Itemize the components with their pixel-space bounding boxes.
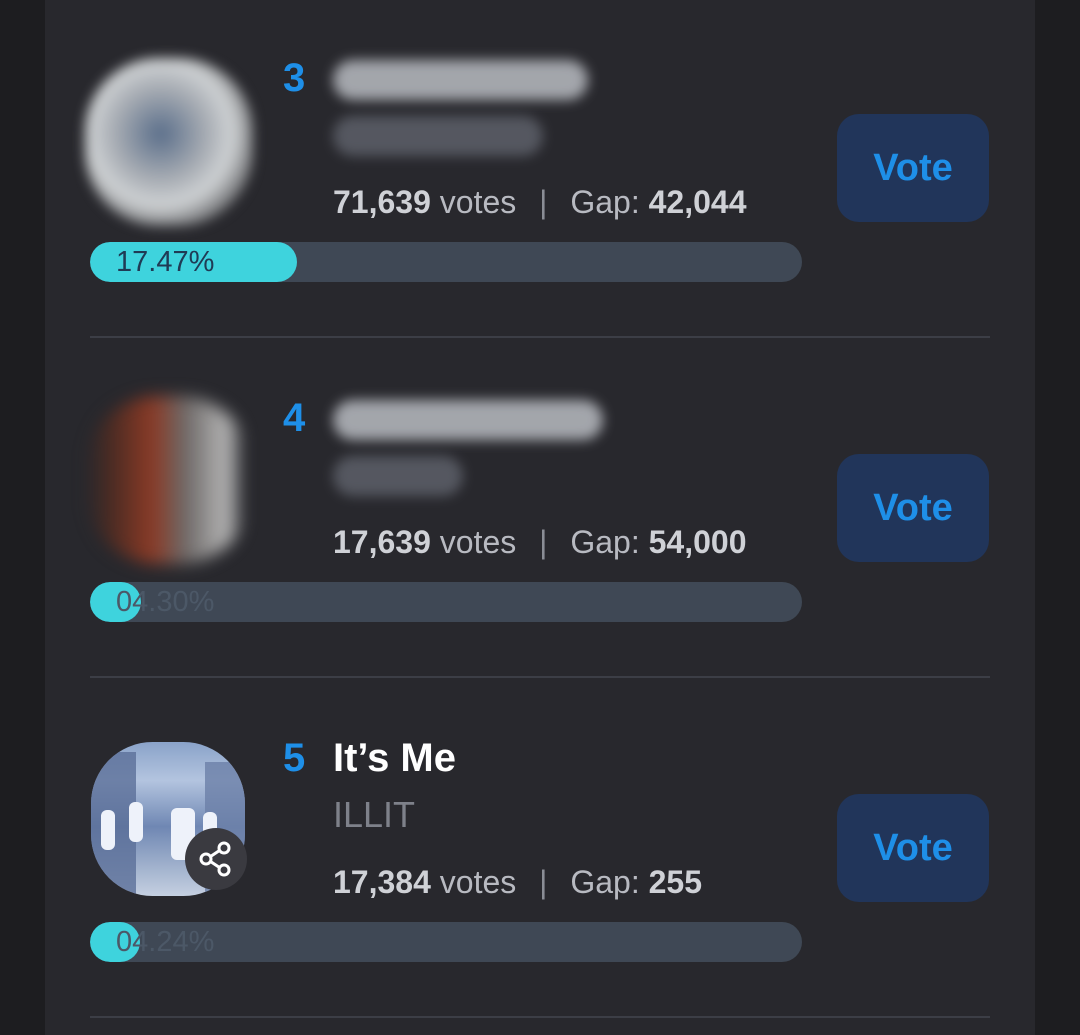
rank-number: 3 [283, 56, 306, 100]
artist-name: ILLIT [333, 794, 416, 835]
gap-value: 255 [648, 864, 702, 900]
gap-label: Gap: [570, 184, 640, 220]
progress-percent: 04.24% [116, 926, 215, 958]
gap-label: Gap: [570, 524, 640, 560]
song-title: It’s Me [333, 736, 456, 780]
album-thumbnail-blurred[interactable] [85, 58, 253, 226]
vote-stats: 17,639 votes | Gap: 54,000 [333, 524, 746, 561]
artist-name-redacted [333, 456, 463, 496]
gap-value: 54,000 [648, 524, 747, 560]
gap-label: Gap: [570, 864, 640, 900]
album-thumbnail-blurred[interactable] [85, 396, 253, 564]
ranking-panel: 3 71,639 votes | Gap: 42,044 Vote 17.47%… [45, 0, 1035, 1035]
entry-divider [90, 1016, 990, 1018]
votes-count: 17,384 [333, 864, 431, 900]
stats-separator: | [539, 184, 548, 220]
votes-label: votes [439, 864, 517, 900]
thumbnail-figure [129, 802, 143, 842]
entry-divider [90, 676, 990, 678]
votes-count: 17,639 [333, 524, 431, 560]
ranking-entry-4: 4 17,639 votes | Gap: 54,000 Vote 04.30% [45, 340, 1035, 680]
vote-stats: 71,639 votes | Gap: 42,044 [333, 184, 746, 221]
progress-percent: 17.47% [116, 246, 215, 278]
rank-number: 5 [283, 736, 306, 780]
vote-button[interactable]: Vote [837, 114, 989, 222]
thumbnail-figure [101, 810, 115, 850]
vote-progress-bar: 04.30% [90, 582, 802, 622]
votes-count: 71,639 [333, 184, 431, 220]
votes-label: votes [439, 524, 517, 560]
rank-number: 4 [283, 396, 306, 440]
vote-button[interactable]: Vote [837, 794, 989, 902]
vote-progress-bar: 04.24% [90, 922, 802, 962]
votes-label: votes [439, 184, 517, 220]
progress-percent: 04.30% [116, 586, 215, 618]
song-title-redacted [333, 60, 588, 100]
ranking-entry-5: 5 It’s Me ILLIT 17,384 votes | Gap: 255 … [45, 680, 1035, 1020]
stats-separator: | [539, 864, 548, 900]
ranking-entry-3: 3 71,639 votes | Gap: 42,044 Vote 17.47% [45, 0, 1035, 340]
share-icon [199, 841, 231, 877]
entry-divider [90, 336, 990, 338]
song-title-redacted [333, 400, 603, 440]
vote-stats: 17,384 votes | Gap: 255 [333, 864, 702, 901]
vote-button[interactable]: Vote [837, 454, 989, 562]
vote-progress-bar: 17.47% [90, 242, 802, 282]
artist-name-redacted [333, 116, 543, 156]
gap-value: 42,044 [648, 184, 747, 220]
share-button[interactable] [185, 828, 247, 890]
stats-separator: | [539, 524, 548, 560]
